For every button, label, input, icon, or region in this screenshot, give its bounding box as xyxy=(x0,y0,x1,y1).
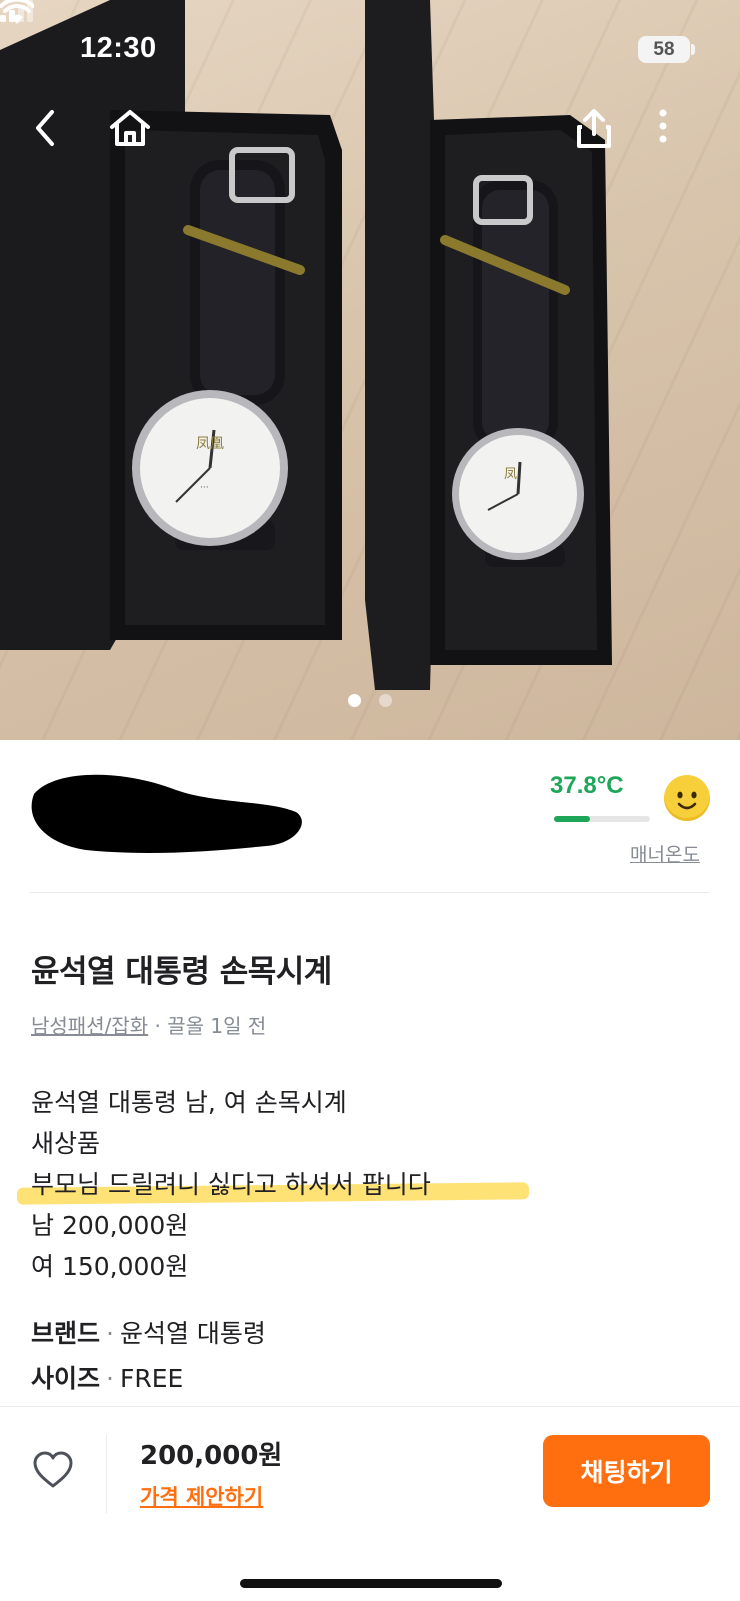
carousel-page-indicator xyxy=(0,694,740,707)
wifi-icon xyxy=(0,0,34,24)
attribute-brand: 브랜드 · 윤석열 대통령 xyxy=(31,1314,266,1350)
description-line-highlighted: 부모님 드릴려니 싫다고 하셔서 팝니다 xyxy=(16,1164,530,1205)
price: 200,000원 xyxy=(140,1441,283,1471)
product-photo-carousel[interactable]: 凤凰 ··· 凤 12:30 58 xyxy=(0,0,740,740)
description-line: 남 200,000원 xyxy=(31,1211,189,1240)
manner-temperature-caption[interactable]: 매너온도 xyxy=(630,840,700,867)
description-line: 여 150,000원 xyxy=(31,1252,189,1281)
category-link[interactable]: 남성패션/잡화 xyxy=(31,1014,148,1038)
status-bar: 12:30 58 xyxy=(0,0,740,100)
chevron-left-icon xyxy=(36,110,54,146)
description-line: 새상품 xyxy=(31,1129,101,1158)
vertical-divider xyxy=(106,1435,107,1513)
home-icon xyxy=(110,110,150,146)
attribute-value: 윤석열 대통령 xyxy=(119,1319,266,1348)
description-line: 윤석열 대통령 남, 여 손목시계 xyxy=(31,1088,347,1117)
like-button[interactable] xyxy=(30,1447,76,1493)
bottom-action-bar: 200,000원 가격 제안하기 채팅하기 xyxy=(0,1406,740,1601)
product-title: 윤석열 대통령 손목시계 xyxy=(31,954,332,990)
svg-text:凤: 凤 xyxy=(504,467,517,482)
heart-outline-icon xyxy=(33,1451,73,1488)
carousel-dot-active[interactable] xyxy=(348,694,361,707)
attribute-separator: · xyxy=(106,1319,114,1348)
meta-separator: · xyxy=(148,1014,168,1038)
product-meta: 남성패션/잡화 · 끌올 1일 전 xyxy=(31,1010,266,1039)
svg-text:凤凰: 凤凰 xyxy=(196,436,224,452)
product-description: 윤석열 대통령 남, 여 손목시계 새상품 부모님 드릴려니 싫다고 하셔서 팝… xyxy=(16,1082,530,1287)
attribute-value: FREE xyxy=(119,1364,184,1393)
section-divider xyxy=(30,892,710,893)
manner-temperature-bar xyxy=(554,816,650,822)
more-button[interactable] xyxy=(658,108,706,156)
attribute-size: 사이즈 · FREE xyxy=(31,1359,183,1395)
home-indicator xyxy=(240,1579,502,1588)
status-time: 12:30 xyxy=(80,32,157,64)
seller-section[interactable]: 37.8°C 매너온도 xyxy=(0,740,740,892)
back-button[interactable] xyxy=(30,108,78,156)
battery-indicator: 58 xyxy=(638,36,690,63)
share-button[interactable] xyxy=(574,108,622,156)
manner-temperature-value: 37.8°C xyxy=(550,772,624,799)
smiley-face-icon xyxy=(664,775,710,821)
carousel-dot[interactable] xyxy=(379,694,392,707)
chat-button[interactable]: 채팅하기 xyxy=(543,1435,710,1507)
bump-time: 끌올 1일 전 xyxy=(167,1014,267,1038)
redacted-seller-profile xyxy=(31,774,302,853)
attribute-separator: · xyxy=(106,1364,114,1393)
attribute-label: 사이즈 xyxy=(31,1364,101,1393)
home-button[interactable] xyxy=(108,108,156,156)
more-vertical-icon xyxy=(659,109,667,143)
share-icon xyxy=(577,109,611,148)
price-offer-link[interactable]: 가격 제안하기 xyxy=(140,1481,263,1511)
battery-tip xyxy=(691,44,695,55)
svg-text:···: ··· xyxy=(200,483,209,493)
attribute-label: 브랜드 xyxy=(31,1319,101,1348)
manner-temperature-fill xyxy=(554,816,591,822)
